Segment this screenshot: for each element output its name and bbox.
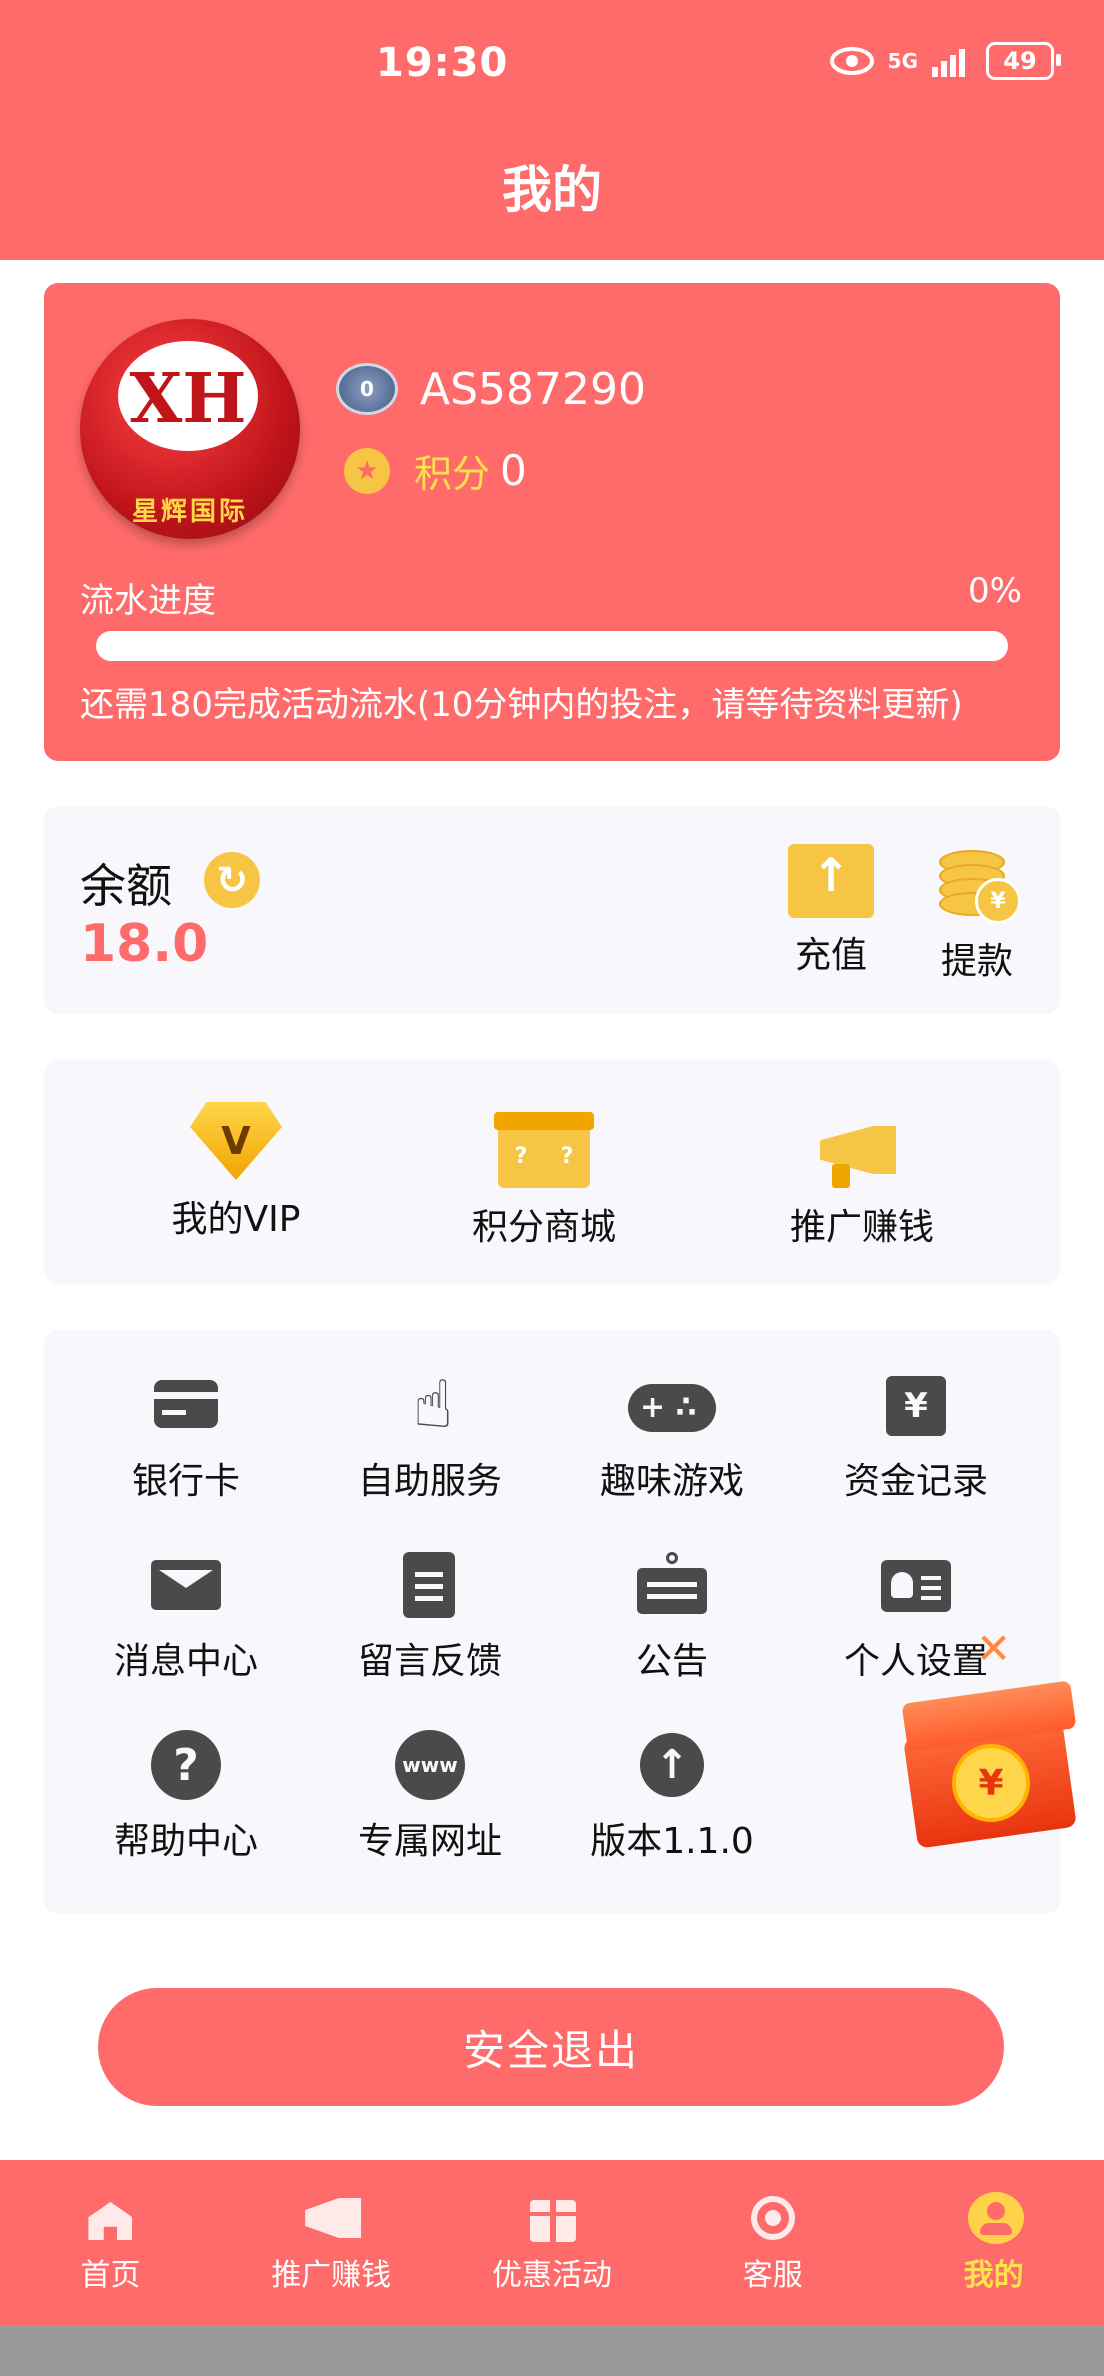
help-icon: ?: [151, 1730, 221, 1800]
eye-icon: [829, 47, 874, 75]
withdraw-button[interactable]: ¥ 提款: [912, 844, 1042, 984]
vip-diamond-icon: V: [190, 1102, 282, 1180]
megaphone-icon: [305, 2192, 362, 2242]
progress-label: 流水进度: [80, 581, 216, 621]
recharge-icon: [788, 844, 874, 918]
promo-floating-gift[interactable]: ✕ ¥: [900, 1628, 1090, 1868]
header-bar: 19:30 5G 49 我的: [0, 0, 1104, 260]
upload-icon: ↑: [637, 1730, 707, 1800]
battery-icon: 49: [986, 42, 1061, 80]
status-time: 19:30: [376, 40, 509, 86]
grid-item-label: 趣味游戏: [599, 1461, 744, 1502]
grid-item-messages[interactable]: 消息中心: [86, 1550, 286, 1684]
status-bar: 19:30 5G 49: [0, 0, 1104, 130]
points-row: ★ 积分 0: [344, 443, 527, 498]
username-row: 0 AS587290: [336, 363, 646, 415]
tab-mine[interactable]: 我的: [883, 2160, 1104, 2326]
star-icon: ★: [344, 447, 390, 494]
progress-percent: 0%: [968, 571, 1022, 611]
balance-label: 余额: [80, 859, 172, 913]
recharge-button[interactable]: 充值: [766, 844, 896, 978]
home-icon: [84, 2192, 136, 2242]
tab-label: 优惠活动: [491, 2258, 612, 2293]
coin-icon: ¥: [952, 1744, 1030, 1822]
grid-item-fun-games[interactable]: + ∴ 趣味游戏: [572, 1370, 772, 1504]
feature-label: 推广赚钱: [789, 1207, 934, 1248]
grid-item-feedback[interactable]: 留言反馈: [330, 1550, 530, 1684]
bank-card-icon: [151, 1370, 221, 1440]
mail-icon: [151, 1550, 221, 1620]
grid-item-label: 自助服务: [357, 1461, 502, 1502]
page-title: 我的: [502, 161, 602, 219]
network-label: 5G: [887, 49, 918, 73]
tab-promote-earn[interactable]: 推广赚钱: [221, 2160, 442, 2326]
grid-item-label: 资金记录: [843, 1461, 988, 1502]
avatar-caption: 星辉国际: [131, 497, 248, 527]
gamepad-icon: + ∴: [628, 1370, 716, 1440]
features-card: V 我的VIP ?? 积分商城 推广赚钱: [44, 1060, 1060, 1284]
feature-my-vip[interactable]: V 我的VIP: [116, 1102, 356, 1242]
tab-label: 我的: [963, 2258, 1024, 2293]
notice-board-icon: [637, 1550, 707, 1620]
grid-item-bank-card[interactable]: 银行卡: [86, 1370, 286, 1504]
grid-item-label: 版本1.1.0: [590, 1821, 754, 1862]
status-icons: 5G 49: [829, 42, 1061, 80]
grid-item-label: 银行卡: [131, 1461, 240, 1502]
tab-label: 客服: [742, 2258, 803, 2293]
signal-icon: [932, 49, 965, 77]
withdraw-label: 提款: [940, 941, 1013, 982]
grid-item-label: 专属网址: [357, 1821, 502, 1862]
coins-icon: ¥: [939, 844, 1021, 924]
bottom-tab-bar: 首页 推广赚钱 优惠活动 客服 我的: [0, 2160, 1104, 2326]
progress-note: 还需180完成活动流水(10分钟内的投注，请等待资料更新): [80, 685, 963, 725]
id-card-icon: [881, 1550, 951, 1620]
tab-label: 首页: [80, 2258, 141, 2293]
tab-promotions[interactable]: 优惠活动: [442, 2160, 663, 2326]
gift-icon: [526, 2192, 578, 2242]
tab-home[interactable]: 首页: [0, 2160, 221, 2326]
grid-item-label: 公告: [635, 1641, 708, 1682]
logout-button[interactable]: 安全退出: [98, 1988, 1004, 2106]
grid-item-version[interactable]: ↑ 版本1.1.0: [572, 1730, 772, 1864]
grid-item-help-center[interactable]: ? 帮助中心: [86, 1730, 286, 1864]
feature-promote-earn[interactable]: 推广赚钱: [742, 1102, 982, 1250]
avatar-logo: XH: [129, 359, 247, 439]
grid-item-exclusive-url[interactable]: www 专属网址: [330, 1730, 530, 1864]
close-icon[interactable]: ✕: [976, 1628, 1011, 1670]
feature-label: 我的VIP: [171, 1199, 301, 1240]
hand-pointer-icon: ☝: [413, 1366, 454, 1443]
feature-points-mall[interactable]: ?? 积分商城: [424, 1102, 664, 1250]
megaphone-icon: [812, 1102, 912, 1188]
tab-label: 推广赚钱: [271, 2258, 392, 2293]
globe-icon: www: [395, 1730, 465, 1800]
feature-label: 积分商城: [471, 1207, 616, 1248]
grid-item-self-service[interactable]: ☝ 自助服务: [330, 1370, 530, 1504]
system-navigation-bar: [0, 2326, 1104, 2376]
profile-card: XH 星辉国际 0 AS587290 ★ 积分 0 流水进度 0% 还需180完…: [44, 283, 1060, 761]
grid-item-fund-records[interactable]: ¥ 资金记录: [816, 1370, 1016, 1504]
avatar[interactable]: XH 星辉国际: [80, 319, 300, 539]
progress-bar: [96, 631, 1008, 661]
fund-record-icon: ¥: [881, 1370, 951, 1440]
grid-item-label: 留言反馈: [357, 1641, 502, 1682]
grid-item-announcements[interactable]: 公告: [572, 1550, 772, 1684]
customer-service-icon: [747, 2192, 799, 2242]
feedback-icon: [395, 1550, 465, 1620]
grid-item-label: 帮助中心: [113, 1821, 258, 1862]
balance-value: 18.0: [80, 914, 209, 974]
username: AS587290: [420, 363, 646, 415]
tab-customer-service[interactable]: 客服: [662, 2160, 883, 2326]
grid-item-label: 消息中心: [113, 1641, 258, 1682]
gift-box-icon: ??: [494, 1102, 594, 1188]
refresh-icon[interactable]: ↻: [204, 852, 260, 908]
points-value: 0: [500, 446, 527, 495]
user-icon: [967, 2192, 1024, 2244]
points-label: 积分: [414, 452, 491, 496]
recharge-label: 充值: [794, 935, 867, 976]
balance-card: 余额 ↻ 18.0 充值 ¥ 提款: [44, 806, 1060, 1014]
level-badge-icon: 0: [336, 363, 398, 415]
